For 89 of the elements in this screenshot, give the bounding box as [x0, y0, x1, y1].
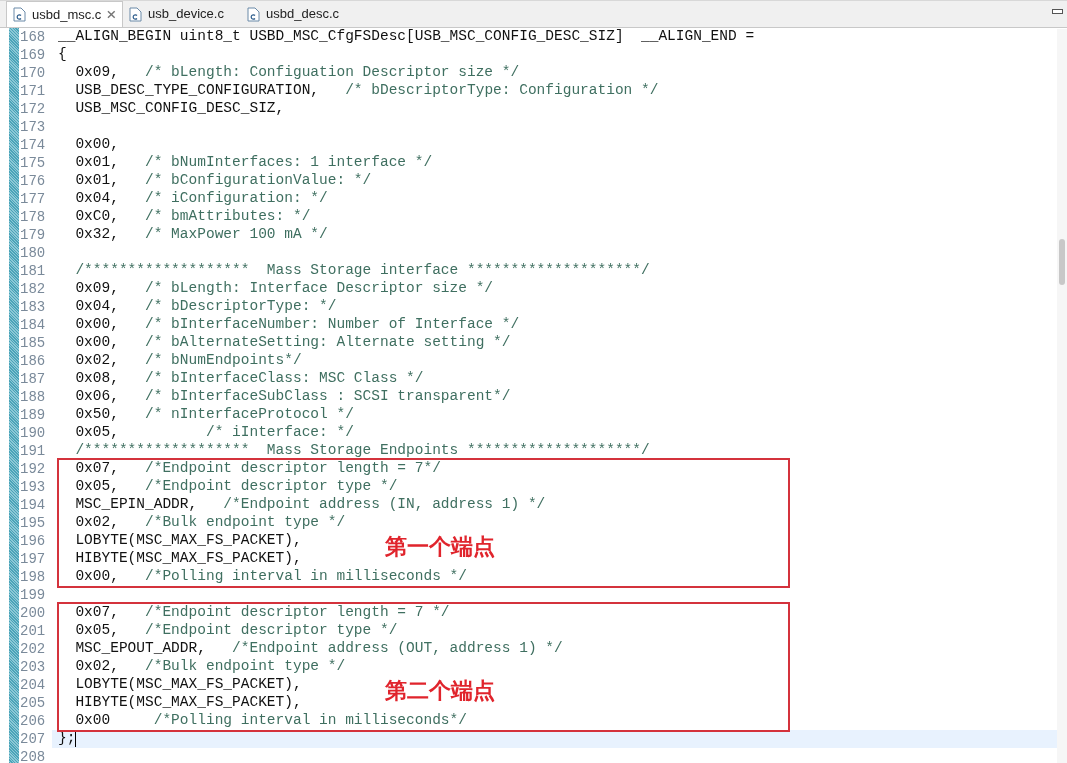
line-number: 168	[19, 27, 47, 47]
code-line: USB_DESC_TYPE_CONFIGURATION, /* bDescriptorType: Configuration */	[74, 81, 659, 101]
text-cursor	[75, 731, 77, 747]
line-number: 176	[19, 171, 47, 191]
line-number: 205	[19, 693, 47, 713]
line-number: 206	[19, 711, 47, 731]
line-number: 195	[19, 513, 47, 533]
code-line: 0x02, /*Bulk endpoint type */	[74, 513, 346, 533]
code-line: 0x07, /*Endpoint descriptor length = 7 */	[74, 603, 450, 623]
line-number: 202	[19, 639, 47, 659]
code-line: 0x00 /*Polling interval in milliseconds*/	[74, 711, 467, 731]
line-number: 198	[19, 567, 47, 587]
line-number: 183	[19, 297, 47, 317]
line-number: 203	[19, 657, 47, 677]
line-number: 199	[19, 585, 47, 605]
line-number: 175	[19, 153, 47, 173]
line-number: 208	[19, 747, 47, 763]
code-line: 0x04, /* iConfiguration: */	[74, 189, 328, 209]
line-number: 171	[19, 81, 47, 101]
code-line: 0x50, /* nInterfaceProtocol */	[74, 405, 354, 425]
annotation-label: 第一个端点	[385, 533, 495, 561]
line-number: 185	[19, 333, 47, 353]
code-line: 0x02, /* bNumEndpoints*/	[74, 351, 302, 371]
line-number: 174	[19, 135, 47, 155]
code-line: 0x07, /*Endpoint descriptor length = 7*/	[74, 459, 441, 479]
code-line: 0x08, /* bInterfaceClass: MSC Class */	[74, 369, 424, 389]
c-file-icon	[247, 6, 260, 22]
line-number: 169	[19, 45, 47, 65]
code-line: 0x01, /* bConfigurationValue: */	[74, 171, 372, 191]
annotation-label: 第二个端点	[385, 677, 495, 705]
line-number: 196	[19, 531, 47, 551]
code-line: 0x05, /*Endpoint descriptor type */	[74, 477, 398, 497]
code-line: 0x00,	[74, 135, 119, 155]
code-line: 0x02, /*Bulk endpoint type */	[74, 657, 346, 677]
line-number: 192	[19, 459, 47, 479]
line-number: 189	[19, 405, 47, 425]
c-file-icon	[129, 6, 142, 22]
line-number: 193	[19, 477, 47, 497]
code-line: 0x09, /* bLength: Configuation Descriptor size */	[74, 63, 520, 83]
code-line: 0x01, /* bNumInterfaces: 1 interface */	[74, 153, 433, 173]
code-line: 0x00, /*Polling interval in milliseconds */	[74, 567, 467, 587]
line-number: 178	[19, 207, 47, 227]
line-number: 188	[19, 387, 47, 407]
code-line: 0x00, /* bAlternateSetting: Alternate setting */	[74, 333, 511, 353]
line-number: 179	[19, 225, 47, 245]
line-number: 204	[19, 675, 47, 695]
line-number: 186	[19, 351, 47, 371]
code-line: LOBYTE(MSC_MAX_FS_PACKET),	[74, 531, 302, 551]
line-number: 200	[19, 603, 47, 623]
line-number: 180	[19, 243, 47, 263]
line-number: 207	[19, 729, 47, 749]
line-number: 177	[19, 189, 47, 209]
line-number: 172	[19, 99, 47, 119]
code-line: USB_MSC_CONFIG_DESC_SIZ,	[74, 99, 285, 119]
code-line: /******************* Mass Storage Endpoints ********************/	[74, 441, 650, 461]
code-line: LOBYTE(MSC_MAX_FS_PACKET),	[74, 675, 302, 695]
file-tab[interactable]: usbd_msc.c	[6, 1, 123, 27]
code-line: MSC_EPIN_ADDR, /*Endpoint address (IN, address 1) */	[74, 495, 546, 515]
code-line: MSC_EPOUT_ADDR, /*Endpoint address (OUT, address 1) */	[74, 639, 563, 659]
code-line: 0x32, /* MaxPower 100 mA */	[74, 225, 328, 245]
code-line: 0x00, /* bInterfaceNumber: Number of Interface */	[74, 315, 520, 335]
line-number: 173	[19, 117, 47, 137]
c-file-icon	[13, 7, 26, 22]
line-number: 194	[19, 495, 47, 515]
line-number: 197	[19, 549, 47, 569]
code-line: __ALIGN_BEGIN uint8_t USBD_MSC_CfgFSDesc[USB_MSC_CONFIG_DESC_SIZ] __ALIGN_END =	[58, 27, 755, 47]
code-line: /******************* Mass Storage interface ********************/	[74, 261, 650, 281]
line-number: 170	[19, 63, 47, 83]
code-line: 0xC0, /* bmAttributes: */	[74, 207, 311, 227]
line-number: 190	[19, 423, 47, 443]
line-number: 181	[19, 261, 47, 281]
file-tab[interactable]: usbd_desc.c	[241, 1, 359, 27]
line-number: 184	[19, 315, 47, 335]
code-line: 0x06, /* bInterfaceSubClass : SCSI transparent*/	[74, 387, 511, 407]
minimize-icon[interactable]	[1052, 9, 1063, 15]
line-number: 191	[19, 441, 47, 461]
code-line: 0x09, /* bLength: Interface Descriptor size */	[74, 279, 494, 299]
line-number: 187	[19, 369, 47, 389]
file-tab[interactable]: usb_device.c	[123, 1, 241, 27]
line-number: 201	[19, 621, 47, 641]
code-line: 0x05, /* iInterface: */	[74, 423, 354, 443]
code-line: {	[58, 45, 67, 65]
code-line: 0x05, /*Endpoint descriptor type */	[74, 621, 398, 641]
scrollbar[interactable]	[1057, 29, 1067, 763]
code-line: 0x04, /* bDescriptorType: */	[74, 297, 337, 317]
line-number: 182	[19, 279, 47, 299]
close-icon[interactable]	[107, 10, 116, 19]
code-line: HIBYTE(MSC_MAX_FS_PACKET),	[74, 549, 302, 569]
code-line: HIBYTE(MSC_MAX_FS_PACKET),	[74, 693, 302, 713]
